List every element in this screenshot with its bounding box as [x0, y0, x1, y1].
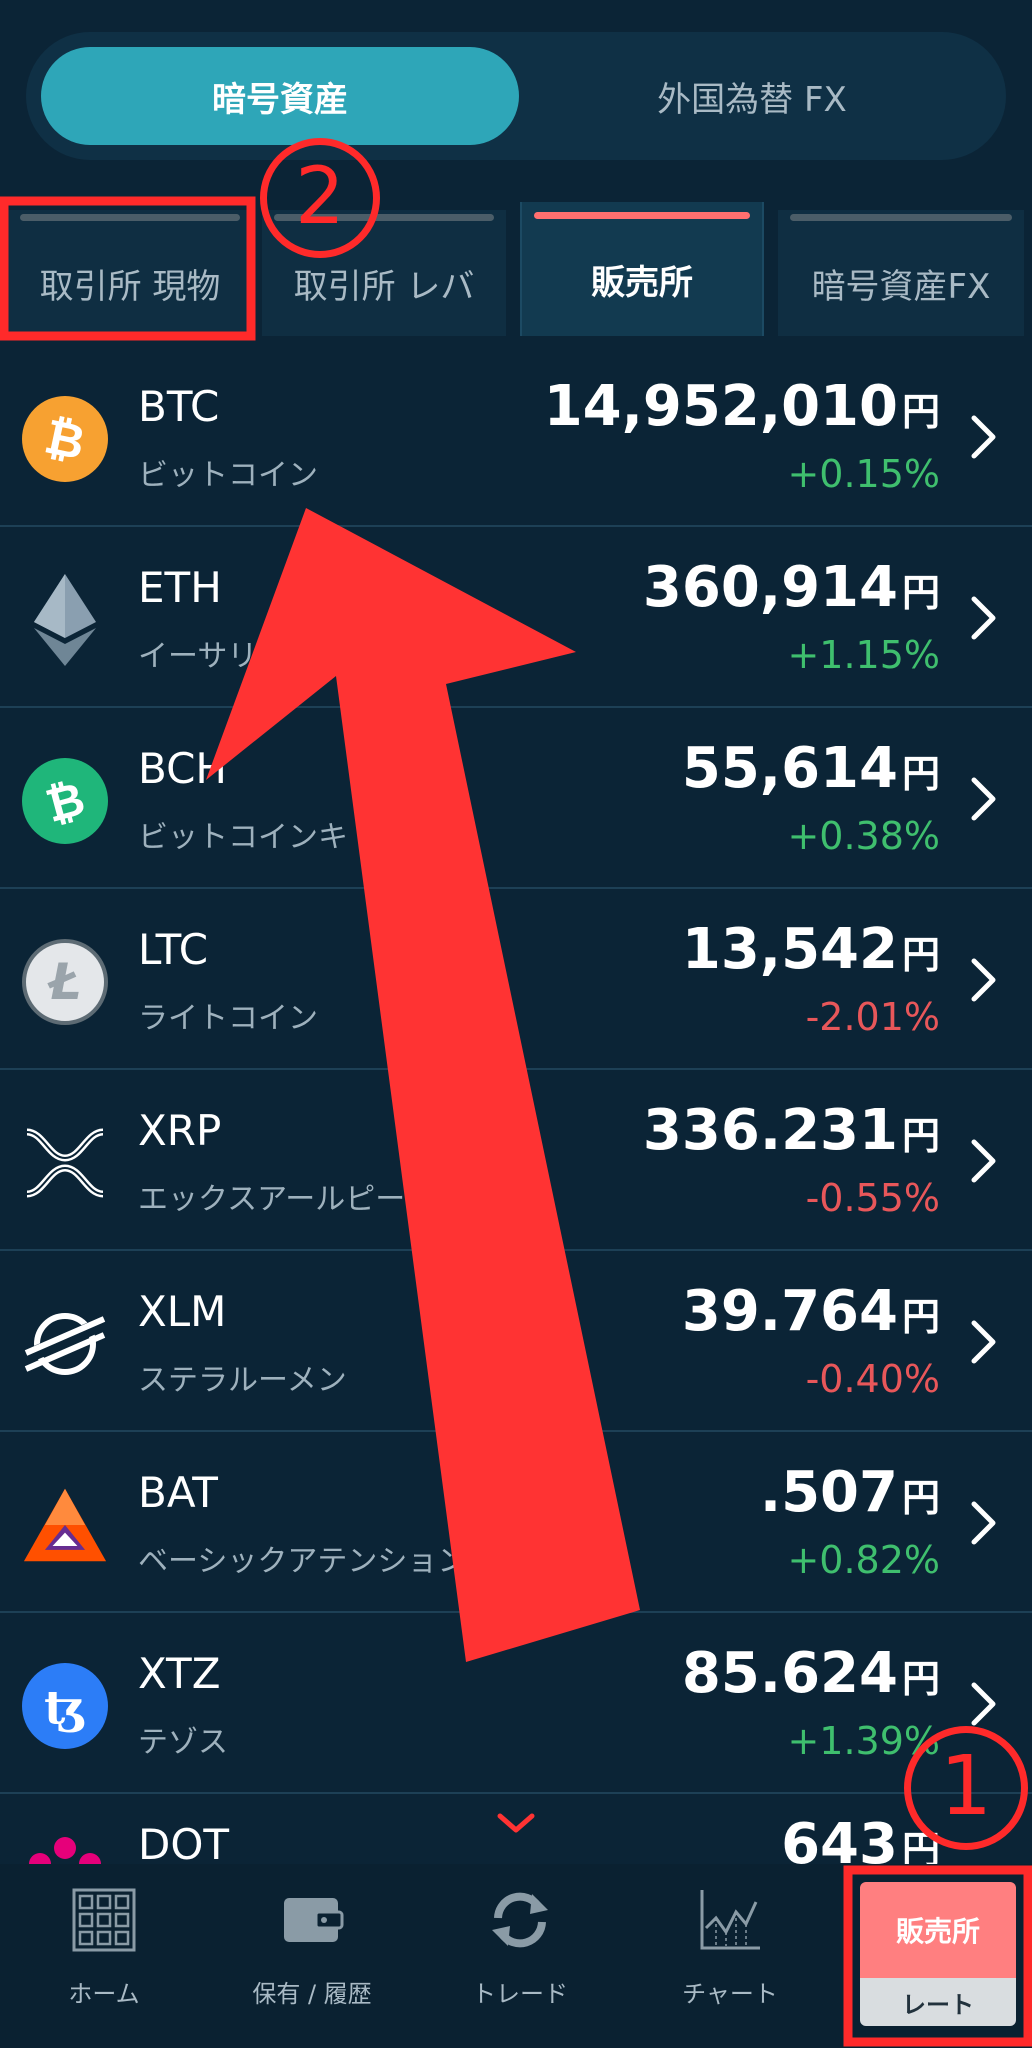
- coin-change: +0.15%: [787, 452, 940, 496]
- fx-segment-button[interactable]: 外国為替 FX: [513, 47, 991, 145]
- coin-symbol: XTZ: [138, 1649, 221, 1698]
- bottom-nav: ホーム 保有 / 履歴 トレード チャート 販売所 レート: [0, 1864, 1032, 2048]
- sales-rate-top-label: 販売所: [860, 1882, 1016, 1978]
- sales-rate-bottom-label: レート: [860, 1978, 1016, 2026]
- coin-symbol: DOT: [138, 1820, 230, 1864]
- chevron-right-icon: [971, 1501, 996, 1545]
- tab-indicator: [790, 214, 1012, 221]
- coin-symbol: XRP: [138, 1106, 222, 1155]
- coin-name: ライトコイン: [138, 1001, 318, 1036]
- chevron-right-icon: [971, 596, 996, 640]
- coin-row-dot[interactable]: DOT 643 円: [0, 1794, 1032, 1864]
- nav-trade[interactable]: トレード: [430, 1880, 610, 2030]
- nav-chart[interactable]: チャート: [640, 1880, 820, 2030]
- tab-indicator: [20, 214, 240, 221]
- coin-price: 13,542 円: [681, 917, 940, 982]
- stellar-icon: [22, 1301, 108, 1387]
- coin-change: +1.15%: [787, 633, 940, 677]
- coin-name: ビットコインキ: [138, 820, 348, 855]
- coin-price: 39.764 円: [681, 1279, 940, 1344]
- coin-price: 14,952,010 円: [543, 374, 940, 439]
- wallet-icon: [284, 1898, 344, 1942]
- coin-row-bch[interactable]: ₿ BCH ビットコインキ 55,614 円 +0.38%: [0, 708, 1032, 889]
- coin-row-eth[interactable]: ETH イーサリ 360,914 円 +1.15%: [0, 527, 1032, 708]
- coin-row-xlm[interactable]: XLM ステラルーメン 39.764 円 -0.40%: [0, 1251, 1032, 1432]
- market-tabs: 取引所 現物 取引所 レバ 販売所 暗号資産FX: [0, 198, 1032, 336]
- asset-type-segment: 暗号資産 外国為替 FX: [26, 32, 1006, 160]
- nav-label: トレード: [472, 1980, 568, 2008]
- tab-label: 取引所 レバ: [293, 266, 475, 307]
- coin-row-btc[interactable]: ₿ BTC ビットコイン 14,952,010 円 +0.15%: [0, 346, 1032, 527]
- coin-price: 85.624 円: [681, 1641, 940, 1706]
- coin-symbol: ETH: [138, 563, 222, 612]
- svg-text:Ł: Ł: [46, 953, 81, 1011]
- coin-row-ltc[interactable]: Ł LTC ライトコイン 13,542 円 -2.01%: [0, 889, 1032, 1070]
- bitcoin-icon: ₿: [22, 396, 108, 482]
- coin-name: エックスアールピー: [138, 1182, 406, 1217]
- exchange-arrows-icon: [492, 1892, 548, 1948]
- tezos-icon: ꜩ: [22, 1663, 108, 1749]
- coin-price: 360,914 円: [642, 555, 940, 620]
- litecoin-icon: Ł: [22, 939, 108, 1025]
- coin-price: 336.231 円: [642, 1098, 940, 1163]
- coin-symbol: BTC: [138, 382, 220, 431]
- coin-change: +0.82%: [787, 1538, 940, 1582]
- polkadot-icon: [22, 1834, 108, 1864]
- coin-change: -0.55%: [805, 1176, 940, 1220]
- coin-symbol: XLM: [138, 1287, 227, 1336]
- coin-change: +1.39%: [787, 1719, 940, 1763]
- coin-list: ₿ BTC ビットコイン 14,952,010 円 +0.15% ETH イーサリ…: [0, 346, 1032, 1864]
- tab-label: 暗号資産FX: [811, 266, 991, 307]
- coin-name: ステラルーメン: [138, 1363, 347, 1398]
- coin-symbol: BCH: [138, 744, 227, 793]
- tab-sales-office[interactable]: 販売所: [520, 202, 764, 336]
- chevron-right-icon: [971, 415, 996, 459]
- chart-icon: [700, 1890, 760, 1950]
- coin-price: 55,614 円: [681, 736, 940, 801]
- coin-name: イーサリ: [138, 639, 258, 674]
- bitcoin-cash-icon: ₿: [22, 758, 108, 844]
- coin-name: ビットコイン: [138, 458, 318, 493]
- svg-text:ꜩ: ꜩ: [44, 1680, 86, 1734]
- coin-name: ベーシックアテンショントークン: [138, 1544, 588, 1579]
- chevron-right-icon: [971, 1139, 996, 1183]
- tab-label: 販売所: [591, 262, 693, 303]
- coin-symbol: BAT: [138, 1468, 218, 1517]
- chevron-down-icon[interactable]: [496, 1812, 536, 1836]
- chevron-right-icon: [971, 777, 996, 821]
- coin-row-xrp[interactable]: XRP エックスアールピー 336.231 円 -0.55%: [0, 1070, 1032, 1251]
- top-bar: 暗号資産 外国為替 FX: [0, 0, 1032, 198]
- coin-symbol: LTC: [138, 925, 209, 974]
- xrp-icon: [22, 1120, 108, 1206]
- coin-name: テゾス: [138, 1725, 228, 1760]
- svg-text:₿: ₿: [40, 771, 90, 833]
- nav-sales-rate[interactable]: 販売所 レート: [860, 1882, 1016, 2026]
- grid-icon: [72, 1888, 136, 1952]
- nav-label: チャート: [682, 1980, 778, 2008]
- chevron-right-icon: [971, 1320, 996, 1364]
- coin-change: -0.40%: [805, 1357, 940, 1401]
- tab-indicator: [534, 212, 750, 219]
- coin-price: .507 円: [759, 1460, 940, 1525]
- nav-label: ホーム: [68, 1980, 140, 2008]
- crypto-segment-button[interactable]: 暗号資産: [41, 47, 519, 145]
- coin-change: +0.38%: [787, 814, 940, 858]
- bat-icon: [22, 1482, 108, 1568]
- nav-home[interactable]: ホーム: [14, 1880, 194, 2030]
- coin-price: 643 円: [781, 1812, 940, 1864]
- tab-indicator: [274, 214, 494, 221]
- tab-exchange-spot[interactable]: 取引所 現物: [8, 210, 252, 336]
- tab-label: 取引所 現物: [39, 266, 221, 307]
- svg-text:₿: ₿: [40, 409, 90, 472]
- coin-row-bat[interactable]: BAT ベーシックアテンショントークン .507 円 +0.82%: [0, 1432, 1032, 1613]
- chevron-right-icon: [971, 1682, 996, 1726]
- ethereum-icon: [22, 574, 108, 666]
- coin-row-xtz[interactable]: ꜩ XTZ テゾス 85.624 円 +1.39%: [0, 1613, 1032, 1794]
- nav-holdings-history[interactable]: 保有 / 履歴: [222, 1880, 402, 2030]
- coin-change: -2.01%: [805, 995, 940, 1039]
- nav-label: 保有 / 履歴: [252, 1980, 372, 2008]
- chevron-right-icon: [971, 958, 996, 1002]
- tab-crypto-fx[interactable]: 暗号資産FX: [778, 210, 1024, 336]
- tab-exchange-leverage[interactable]: 取引所 レバ: [262, 210, 506, 336]
